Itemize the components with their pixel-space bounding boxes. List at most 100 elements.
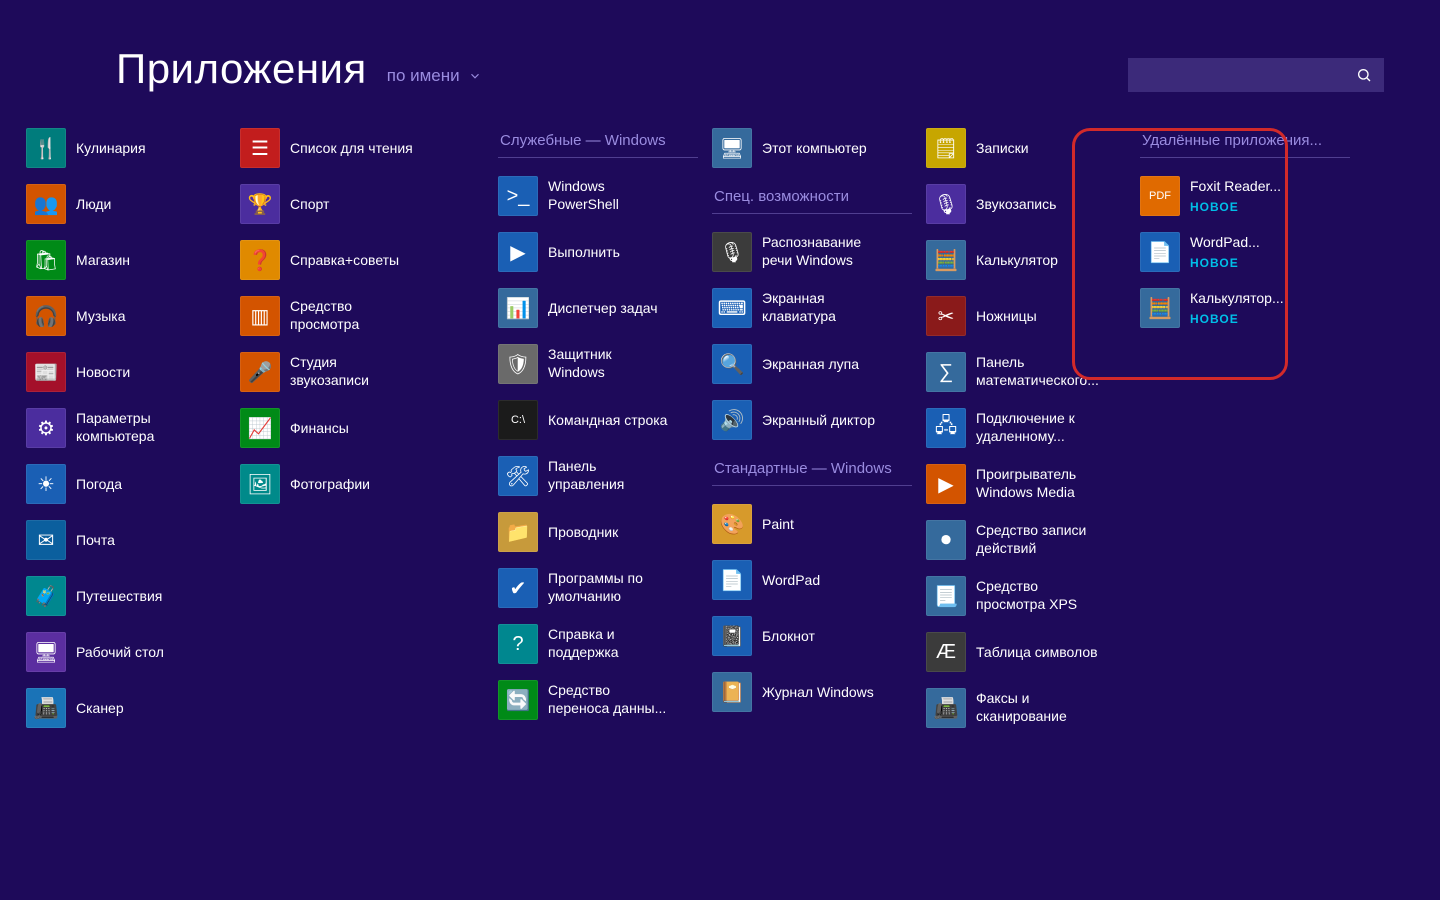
app-tile[interactable]: ✉Почта [26,512,226,568]
sort-label: по имени [387,66,460,86]
app-tile[interactable]: 🖥Этот компьютер [712,120,912,176]
app-tile[interactable]: 📄WordPad...НОВОЕ [1140,224,1350,280]
app-tile[interactable]: 🎨Paint [712,496,912,552]
app-icon: ✂ [926,296,966,336]
app-tile[interactable]: 📠Факсы исканирование [926,680,1126,736]
app-icon: PDF [1140,176,1180,216]
app-label: умолчанию [548,588,643,606]
app-tile[interactable]: 📄WordPad [712,552,912,608]
app-tile[interactable]: 📈Финансы [240,400,440,456]
app-label: Калькулятор [976,252,1058,270]
chevron-down-icon [468,69,482,83]
app-icon: 📰 [26,352,66,392]
app-label: Калькулятор... [1190,290,1284,308]
app-tile[interactable]: ❓Справка+советы [240,232,440,288]
app-icon: 👥 [26,184,66,224]
app-tile[interactable]: ⏺Средство записидействий [926,512,1126,568]
group-header: Стандартные — Windows [712,448,912,486]
app-tile[interactable]: PDFFoxit Reader...НОВОЕ [1140,168,1350,224]
app-tile[interactable]: 📓 Блокнот [712,608,912,664]
app-tile[interactable]: 🧮 Калькулятор... НОВОЕ [1140,280,1350,336]
app-label: звукозаписи [290,372,369,390]
search-input[interactable] [1128,58,1384,92]
app-icon: 📓 [712,616,752,656]
app-icon: 🔊 [712,400,752,440]
app-label: Проводник [548,524,618,542]
app-tile[interactable]: C:\Командная строка [498,392,698,448]
app-tile[interactable]: 🧳Путешествия [26,568,226,624]
app-icon: 🎨 [712,504,752,544]
app-tile[interactable]: ▶Выполнить [498,224,698,280]
app-icon: 🎧 [26,296,66,336]
app-icon: 🖼 [240,464,280,504]
app-tile[interactable]: 🛍Магазин [26,232,226,288]
app-label: Панель [976,354,1099,372]
app-tile[interactable]: >_WindowsPowerShell [498,168,698,224]
app-label: Справка и [548,626,619,644]
app-tile[interactable]: ▶ПроигрывательWindows Media [926,456,1126,512]
app-label: Новости [76,364,130,382]
app-tile[interactable]: 🍴Кулинария [26,120,226,176]
app-tile[interactable]: ✂Ножницы [926,288,1126,344]
app-label: клавиатура [762,308,836,326]
app-tile[interactable]: 🛡ЗащитникWindows [498,336,698,392]
app-tile[interactable]: 🔍Экранная лупа [712,336,912,392]
app-tile[interactable]: ⚙Параметрыкомпьютера [26,400,226,456]
app-tile[interactable]: 📠Сканер [26,680,226,736]
app-tile[interactable]: ✔Программы поумолчанию [498,560,698,616]
app-icon: ▥ [240,296,280,336]
new-badge: НОВОЕ [1190,312,1284,327]
app-label: Блокнот [762,628,815,646]
app-tile[interactable]: ⌨Экраннаяклавиатура [712,280,912,336]
app-label: удаленному... [976,428,1075,446]
app-icon: Æ [926,632,966,672]
sort-dropdown[interactable]: по имени [387,66,482,90]
app-tile[interactable]: 📃Средствопросмотра XPS [926,568,1126,624]
app-label: сканирование [976,708,1067,726]
app-label: Магазин [76,252,130,270]
app-label: Экранная лупа [762,356,859,374]
new-badge: НОВОЕ [1190,256,1260,271]
app-tile[interactable]: 🖥Рабочий стол [26,624,226,680]
app-tile[interactable]: 🎧Музыка [26,288,226,344]
app-tile[interactable]: 📰 Новости [26,344,226,400]
app-icon: 🎙 [712,232,752,272]
app-icon: 🍴 [26,128,66,168]
app-label: Экранная [762,290,836,308]
app-tile[interactable]: 🎙Распознаваниеречи Windows [712,224,912,280]
app-icon: ✔ [498,568,538,608]
app-icon: 🛡 [498,344,538,384]
app-icon: 🖥 [712,128,752,168]
app-tile[interactable]: 🧮Калькулятор [926,232,1126,288]
app-icon: 🧮 [1140,288,1180,328]
app-tile[interactable]: 👥Люди [26,176,226,232]
app-tile[interactable]: ∑Панельматематического... [926,344,1126,400]
app-tile[interactable]: 🏆Спорт [240,176,440,232]
app-icon: ☀ [26,464,66,504]
app-tile[interactable]: 🛠Панельуправления [498,448,698,504]
app-label: Экранный диктор [762,412,875,430]
app-tile[interactable]: 🖼Фотографии [240,456,440,512]
app-tile[interactable]: 📔Журнал Windows [712,664,912,720]
app-tile[interactable]: 🗒Записки [926,120,1126,176]
app-tile[interactable]: ☀Погода [26,456,226,512]
app-tile[interactable]: ▥Средствопросмотра [240,288,440,344]
app-tile[interactable]: 📁Проводник [498,504,698,560]
app-tile[interactable]: ?Справка иподдержка [498,616,698,672]
app-label: Рабочий стол [76,644,164,662]
app-label: Таблица символов [976,644,1098,662]
app-tile[interactable]: 🔊 Экранный диктор [712,392,912,448]
app-tile[interactable]: Æ Таблица символов [926,624,1126,680]
app-tile[interactable]: 📊Диспетчер задач [498,280,698,336]
app-tile[interactable]: 🎙Звукозапись [926,176,1126,232]
app-label: WordPad... [1190,234,1260,252]
app-icon: ? [498,624,538,664]
app-tile[interactable]: 🎤Студиязвукозаписи [240,344,440,400]
app-label: WordPad [762,572,820,590]
app-tile[interactable]: 🔄Средствопереноса данны... [498,672,698,728]
app-icon: ⏺ [926,520,966,560]
app-tile[interactable]: ☰Список для чтения [240,120,440,176]
app-icon: 📈 [240,408,280,448]
app-tile[interactable]: 🖧Подключение кудаленному... [926,400,1126,456]
app-label: Список для чтения [290,140,413,158]
